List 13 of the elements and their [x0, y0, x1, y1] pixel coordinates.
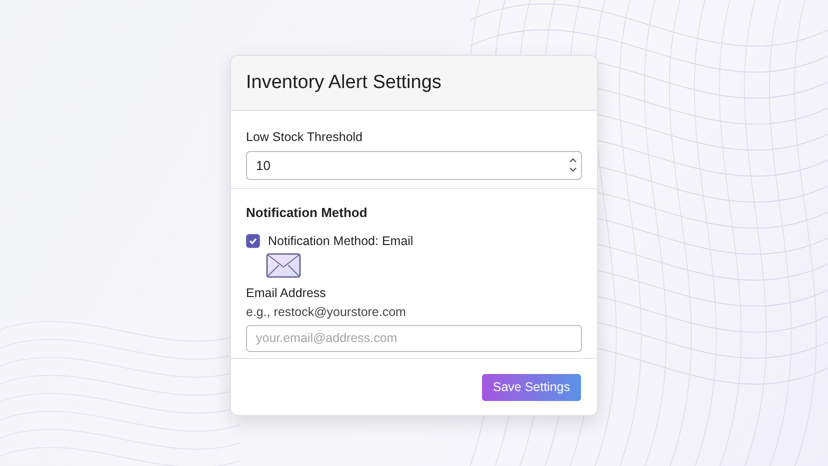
section-heading: Notification Method — [246, 204, 368, 222]
field-label: Low Stock Threshold — [246, 129, 362, 146]
email-field[interactable]: your.email@address.com — [246, 324, 582, 352]
checkbox-label: Notification Method: Email — [268, 232, 414, 250]
card-title: Inventory Alert Settings — [246, 72, 442, 94]
save-button[interactable]: Save Settings — [482, 374, 581, 400]
field-hint: e.g., restock@yourstore.com — [246, 304, 406, 321]
spinner-icon[interactable] — [569, 156, 577, 174]
check-icon — [248, 236, 258, 246]
field-label: Email Address — [246, 285, 326, 302]
number-field[interactable]: 10 — [246, 150, 582, 180]
checkbox[interactable] — [246, 234, 260, 248]
envelope-icon — [266, 253, 301, 278]
